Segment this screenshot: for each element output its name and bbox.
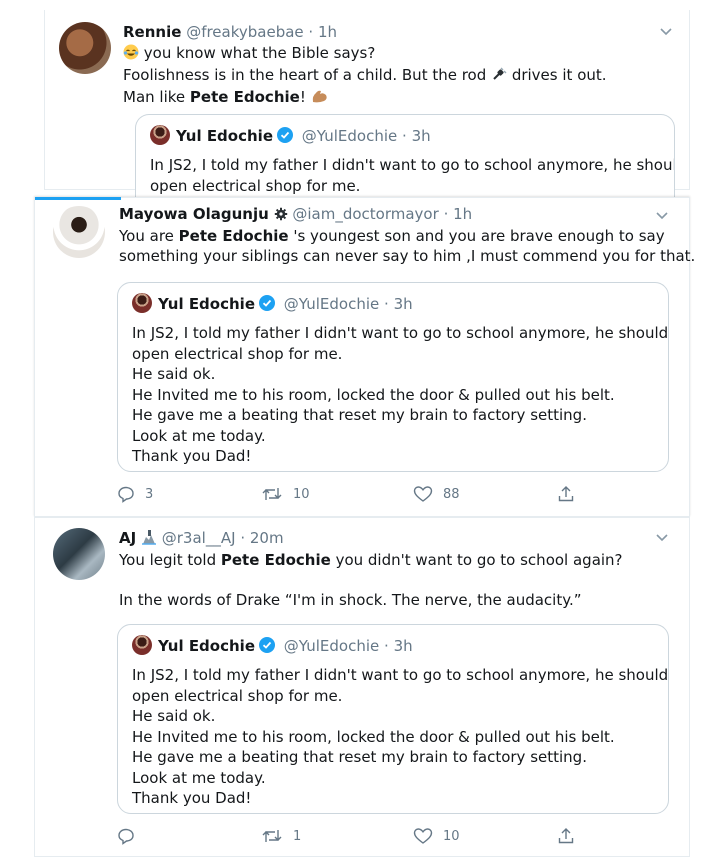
mention-bold: Pete Edochie (178, 227, 289, 245)
like-icon (413, 485, 433, 503)
verified-badge-icon (276, 126, 294, 144)
quoted-text-line: open electrical shop for me. (132, 686, 343, 705)
author-handle[interactable]: @iam_doctormayor (292, 205, 438, 223)
quoted-text-line: In JS2, I told my father I didn't want t… (132, 666, 669, 684)
separator-dot: · (443, 205, 449, 223)
tweet-text-line: Foolishness is in the heart of a child. … (123, 66, 487, 84)
quoted-timestamp: 3h (411, 127, 431, 145)
separator-dot: · (240, 529, 246, 547)
plug-emoji-icon (491, 66, 507, 87)
tweet-text-line: you know what the Bible says? (143, 44, 376, 62)
avatar (132, 293, 152, 313)
reply-count: 3 (145, 486, 154, 502)
quoted-author-name: Yul Edochie (158, 637, 255, 655)
quoted-author-name: Yul Edochie (158, 295, 255, 313)
share-button[interactable] (557, 485, 575, 503)
quoted-text-line: Look at me today. (132, 426, 266, 445)
avatar (150, 125, 170, 145)
verified-badge-icon (258, 294, 276, 312)
avatar (132, 635, 152, 655)
author-handle[interactable]: @freakybaebae (186, 23, 303, 41)
separator-dot: · (308, 23, 314, 41)
like-count: 10 (443, 828, 460, 844)
tweet-text: you didn't want to go to school again? (330, 551, 623, 569)
quoted-text-line: He gave me a beating that reset my brain… (132, 748, 587, 766)
tweet-rennie[interactable]: Rennie @freakybaebae · 1h you know what … (44, 10, 690, 204)
tweet-text: In the words of Drake “I'm in shock. The… (119, 591, 582, 609)
tweet-aj[interactable]: AJ @r3al__AJ · 20m You legit told Pete E… (34, 517, 690, 857)
quoted-author-name: Yul Edochie (176, 127, 273, 145)
quoted-timestamp: 3h (393, 295, 413, 313)
quoted-tweet[interactable]: Yul Edochie @YulEdochie · 3h In JS2, I t… (117, 282, 669, 472)
tweet-text: 's youngest son and you are brave enough… (288, 227, 665, 245)
quoted-text-line: He said ok. (132, 365, 216, 383)
share-button[interactable] (557, 827, 575, 845)
reply-icon (117, 827, 135, 845)
quoted-text-line: Thank you Dad! (132, 789, 252, 807)
retweet-count: 1 (293, 828, 302, 844)
avatar[interactable] (53, 528, 105, 580)
author-name[interactable]: Rennie (123, 23, 181, 41)
avatar[interactable] (59, 22, 111, 74)
quoted-author-handle: @YulEdochie (301, 127, 398, 145)
like-button[interactable]: 88 (413, 485, 460, 503)
retweet-button[interactable]: 10 (261, 485, 310, 503)
quoted-text-line: In JS2, I told my father I didn't want t… (150, 156, 675, 174)
joy-emoji-icon (123, 44, 139, 65)
quoted-author-handle: @YulEdochie (283, 637, 380, 655)
quoted-tweet[interactable]: Yul Edochie @YulEdochie · 3h In JS2, I t… (135, 114, 675, 204)
retweet-button[interactable]: 1 (261, 827, 301, 845)
mention-bold: Pete Edochie (220, 551, 331, 569)
tweet-text: You are (119, 227, 179, 245)
quoted-text-line: He said ok. (132, 707, 216, 725)
quoted-author-handle: @YulEdochie (283, 295, 380, 313)
tweet-text: something your siblings can never say to… (119, 247, 696, 265)
tweet-text-line: ! (299, 88, 306, 106)
quoted-text-line: He Invited me to his room, locked the do… (132, 727, 615, 746)
lighthouse-emoji-icon (141, 529, 157, 550)
timestamp[interactable]: 1h (318, 23, 337, 41)
quoted-text-line: open electrical shop for me. (132, 344, 343, 363)
author-name[interactable]: Mayowa Olagunju (119, 205, 269, 223)
tweet-text: You legit told (119, 551, 221, 569)
reply-button[interactable] (117, 827, 145, 845)
tweet-text-line: drives it out. (511, 66, 607, 84)
retweet-icon (261, 485, 283, 503)
flexed-biceps-icon (311, 88, 329, 109)
retweet-icon (261, 827, 283, 845)
quoted-text-line: Thank you Dad! (132, 447, 252, 465)
author-handle[interactable]: @r3al__AJ (162, 529, 236, 547)
quoted-tweet[interactable]: Yul Edochie @YulEdochie · 3h In JS2, I t… (117, 624, 669, 814)
quoted-text-line: He gave me a beating that reset my brain… (132, 406, 587, 424)
like-count: 88 (443, 486, 460, 502)
caret-down-icon[interactable] (657, 22, 675, 40)
like-icon (413, 827, 433, 845)
separator-dot: · (402, 127, 407, 145)
quoted-timestamp: 3h (393, 637, 413, 655)
tweet-mayowa[interactable]: Mayowa Olagunju @iam_doctormayor · 1h Yo… (34, 197, 695, 517)
separator-dot: · (384, 295, 389, 313)
author-name[interactable]: AJ (119, 529, 136, 547)
focus-accent-bar (35, 197, 121, 200)
avatar[interactable] (53, 206, 105, 258)
quoted-text-line: Look at me today. (132, 768, 266, 787)
caret-down-icon[interactable] (653, 528, 671, 546)
quoted-text-line: open electrical shop for me. (150, 176, 361, 195)
tweet-text-line: Man like (123, 88, 190, 106)
mention-bold: Pete Edochie (189, 88, 300, 106)
timestamp[interactable]: 20m (250, 529, 284, 547)
caret-down-icon[interactable] (653, 206, 671, 224)
settings-gear-icon (274, 206, 288, 226)
reply-icon (117, 485, 135, 503)
like-button[interactable]: 10 (413, 827, 460, 845)
quoted-text-line: He Invited me to his room, locked the do… (132, 385, 615, 404)
reply-button[interactable]: 3 (117, 485, 153, 503)
verified-badge-icon (258, 636, 276, 654)
share-icon (557, 485, 575, 503)
share-icon (557, 827, 575, 845)
timestamp[interactable]: 1h (453, 205, 472, 223)
retweet-count: 10 (293, 486, 310, 502)
separator-dot: · (384, 637, 389, 655)
quoted-text-line: In JS2, I told my father I didn't want t… (132, 324, 669, 342)
